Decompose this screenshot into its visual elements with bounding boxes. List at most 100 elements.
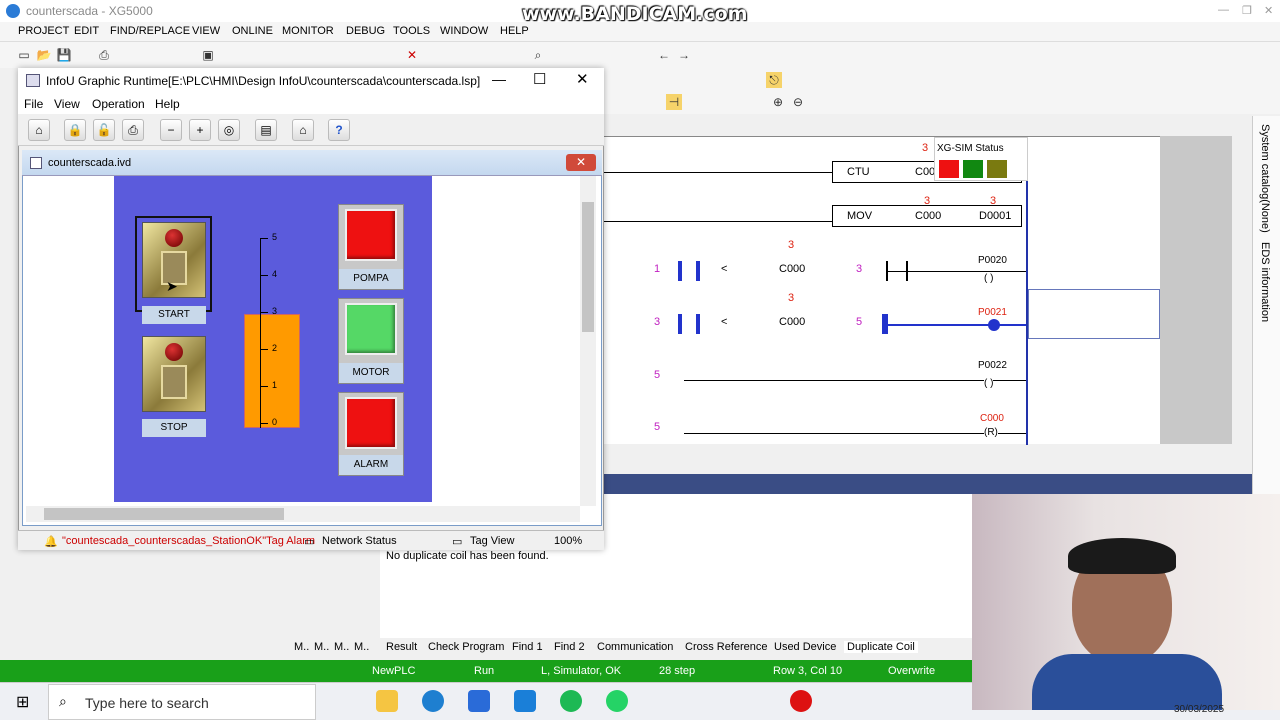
- tab-result[interactable]: Result: [386, 641, 417, 653]
- zoom-out-icon[interactable]: ⊖: [790, 94, 806, 110]
- status-tag-view[interactable]: Tag View: [470, 535, 514, 547]
- infou-menu-help[interactable]: Help: [155, 97, 180, 111]
- compare-contact[interactable]: [678, 314, 700, 334]
- rung5-val: 5: [654, 369, 661, 381]
- forward-arrow-icon[interactable]: →: [676, 47, 692, 63]
- delete-icon[interactable]: ✕: [404, 47, 420, 63]
- minimize-icon[interactable]: —: [1218, 4, 1229, 16]
- compare-contact[interactable]: [678, 261, 700, 281]
- file-explorer-icon[interactable]: [376, 690, 398, 712]
- open-project-icon[interactable]: ⌂: [28, 119, 50, 141]
- infou-menu-bar: File View Operation Help: [18, 94, 604, 114]
- monitor-icon[interactable]: ▣: [200, 47, 216, 63]
- coil-c000-reset[interactable]: C000: [980, 413, 1004, 424]
- infou-close-icon[interactable]: ✕: [576, 70, 589, 88]
- coil-p0021-energized[interactable]: [988, 319, 1000, 331]
- coil-p0020[interactable]: P0020: [978, 255, 1007, 266]
- rung-wire: [604, 221, 832, 222]
- gauge-axis: [260, 238, 261, 428]
- menu-monitor[interactable]: MONITOR: [282, 25, 334, 37]
- infou-maximize-icon[interactable]: ☐: [533, 70, 546, 88]
- status-network[interactable]: Network Status: [322, 535, 397, 547]
- tab-cross-reference[interactable]: Cross Reference: [685, 641, 768, 653]
- stop-button[interactable]: [142, 336, 206, 412]
- h-scroll-thumb[interactable]: [44, 508, 284, 520]
- mail-icon[interactable]: [514, 690, 536, 712]
- spotify-icon[interactable]: [560, 690, 582, 712]
- taskbar-search-box[interactable]: ⌕ Type here to search: [48, 684, 316, 720]
- tab-duplicate-coil[interactable]: Duplicate Coil: [844, 641, 918, 653]
- eds-information-tab[interactable]: EDS information: [1259, 242, 1271, 322]
- sim-red-led: [939, 160, 959, 178]
- print-icon[interactable]: ⎙: [96, 47, 112, 63]
- open-folder-icon[interactable]: 📂: [36, 47, 52, 63]
- save-icon[interactable]: 💾: [56, 47, 72, 63]
- v-scroll-thumb[interactable]: [582, 202, 594, 332]
- help-icon[interactable]: ?: [328, 119, 350, 141]
- menu-tools[interactable]: TOOLS: [393, 25, 430, 37]
- child-close-icon[interactable]: ✕: [566, 154, 596, 171]
- tab-communication[interactable]: Communication: [597, 641, 673, 653]
- windows-start-icon[interactable]: ⊞: [16, 692, 29, 712]
- zoom-in-icon[interactable]: +: [189, 119, 211, 141]
- cursor-cell[interactable]: [1028, 289, 1160, 339]
- print-icon[interactable]: ⎙: [122, 119, 144, 141]
- infou-menu-operation[interactable]: Operation: [92, 97, 145, 111]
- child-vertical-scrollbar[interactable]: [580, 176, 596, 506]
- menu-find-replace[interactable]: FIND/REPLACE: [110, 25, 190, 37]
- status-plc: NewPLC: [372, 665, 416, 677]
- home-icon[interactable]: ⌂: [292, 119, 314, 141]
- child-horizontal-scrollbar[interactable]: [26, 506, 580, 522]
- bandicam-icon[interactable]: [790, 690, 812, 712]
- tab-m1[interactable]: M..: [294, 641, 309, 653]
- system-catalog-tab[interactable]: System catalog(None): [1259, 124, 1271, 233]
- maximize-icon[interactable]: ❐: [1242, 4, 1252, 17]
- infou-menu-view[interactable]: View: [54, 97, 80, 111]
- menu-project[interactable]: PROJECT: [18, 25, 69, 37]
- tab-find2[interactable]: Find 2: [554, 641, 585, 653]
- xg-sim-status-panel[interactable]: XG-SIM Status: [934, 137, 1028, 181]
- close-icon[interactable]: ✕: [1264, 4, 1273, 17]
- tab-m3[interactable]: M..: [334, 641, 349, 653]
- menu-help[interactable]: HELP: [500, 25, 529, 37]
- mov-block[interactable]: MOV C000 D0001: [832, 205, 1022, 227]
- zoom-in-icon[interactable]: ⊕: [770, 94, 786, 110]
- screen-icon[interactable]: ▤: [255, 119, 277, 141]
- zoom-out-icon[interactable]: −: [160, 119, 182, 141]
- tab-m2[interactable]: M..: [314, 641, 329, 653]
- ctu-operand: C00: [915, 166, 936, 178]
- esc-icon[interactable]: ⎋: [766, 72, 782, 88]
- menu-edit[interactable]: EDIT: [74, 25, 99, 37]
- pompa-label: POMPA: [339, 269, 403, 289]
- infou-title-bar: InfoU Graphic Runtime[E:\PLC\HMI\Design …: [18, 68, 604, 94]
- tab-check-program[interactable]: Check Program: [428, 641, 504, 653]
- coil-p0022[interactable]: P0022: [978, 360, 1007, 371]
- menu-window[interactable]: WINDOW: [440, 25, 488, 37]
- ladder-editor[interactable]: 3 CTU C00 XG-SIM Status 3 3 MOV C000 D00…: [604, 136, 1160, 445]
- mouse-cursor-icon: ➤: [166, 278, 178, 294]
- store-icon[interactable]: [468, 690, 490, 712]
- tab-used-device[interactable]: Used Device: [774, 641, 836, 653]
- back-arrow-icon[interactable]: ←: [656, 47, 672, 63]
- new-file-icon[interactable]: ▭: [16, 47, 32, 63]
- ladder-vertical-scrollbar[interactable]: [1232, 136, 1248, 444]
- contact-icon[interactable]: ⊣: [666, 94, 682, 110]
- ladder-gutter: [1160, 136, 1232, 444]
- infou-menu-file[interactable]: File: [24, 97, 43, 111]
- unlock-icon[interactable]: 🔓: [93, 119, 115, 141]
- coil-p0021[interactable]: P0021: [978, 307, 1007, 318]
- menu-online[interactable]: ONLINE: [232, 25, 273, 37]
- menu-view[interactable]: VIEW: [192, 25, 220, 37]
- infou-status-bar: 🔔 "countescada_counterscadas_StationOK"T…: [18, 530, 604, 550]
- tab-find1[interactable]: Find 1: [512, 641, 543, 653]
- find-icon[interactable]: ⌕: [530, 47, 546, 63]
- tab-m4[interactable]: M..: [354, 641, 369, 653]
- lock-icon[interactable]: 🔒: [64, 119, 86, 141]
- infou-minimize-icon[interactable]: —: [492, 71, 506, 87]
- rung3-lhs: 1: [654, 263, 661, 275]
- infou-title: InfoU Graphic Runtime[E:\PLC\HMI\Design …: [46, 74, 481, 88]
- whatsapp-icon[interactable]: [606, 690, 628, 712]
- zoom-fit-icon[interactable]: ◎: [218, 119, 240, 141]
- edge-icon[interactable]: [422, 690, 444, 712]
- menu-debug[interactable]: DEBUG: [346, 25, 385, 37]
